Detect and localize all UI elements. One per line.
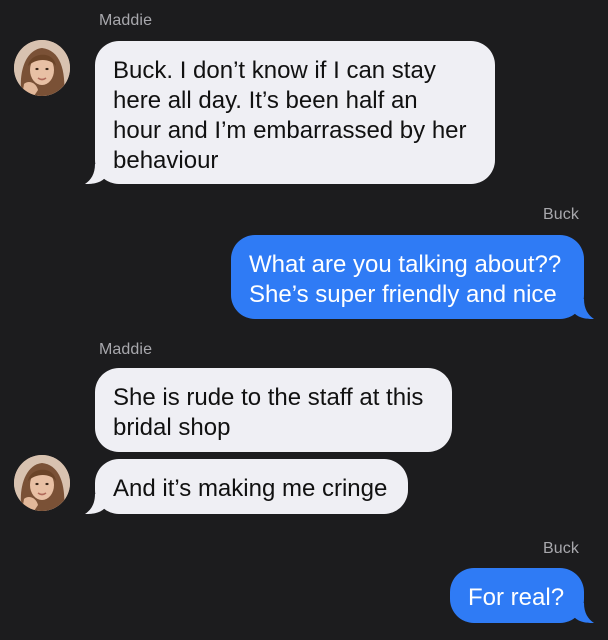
message-bubble-incoming[interactable]: Buck. I don’t know if I can stay here al…: [95, 41, 495, 184]
message-bubble-outgoing[interactable]: What are you talking about?? She’s super…: [231, 235, 584, 319]
bubble-tail: [574, 603, 594, 623]
message-line: For real?: [468, 584, 565, 611]
sender-name: Buck: [543, 540, 579, 557]
bubble-tail: [574, 299, 594, 319]
sender-name: Maddie: [99, 12, 153, 29]
message-line: here all day. It’s been half an: [113, 87, 418, 114]
message-line: She’s super friendly and nice: [249, 281, 557, 308]
message-line: And it’s making me cringe: [113, 475, 388, 502]
bubble-tail: [85, 164, 105, 184]
message-line: What are you talking about??: [249, 251, 562, 278]
message-line: behaviour: [113, 147, 219, 174]
message-bubble-outgoing[interactable]: For real?: [450, 568, 584, 623]
message-bubble-incoming[interactable]: She is rude to the staff at this bridal …: [95, 368, 452, 452]
maddie-avatar[interactable]: [14, 455, 70, 511]
message-line: bridal shop: [113, 414, 231, 441]
bubble-tail: [85, 494, 105, 514]
message-bubble-incoming[interactable]: And it’s making me cringe: [95, 459, 408, 514]
sender-name: Buck: [543, 206, 579, 223]
sender-name: Maddie: [99, 341, 153, 358]
message-line: Buck. I don’t know if I can stay: [113, 57, 436, 84]
maddie-avatar[interactable]: [14, 40, 70, 96]
message-line: hour and I’m embarrassed by her: [113, 117, 467, 144]
message-line: She is rude to the staff at this: [113, 384, 424, 411]
